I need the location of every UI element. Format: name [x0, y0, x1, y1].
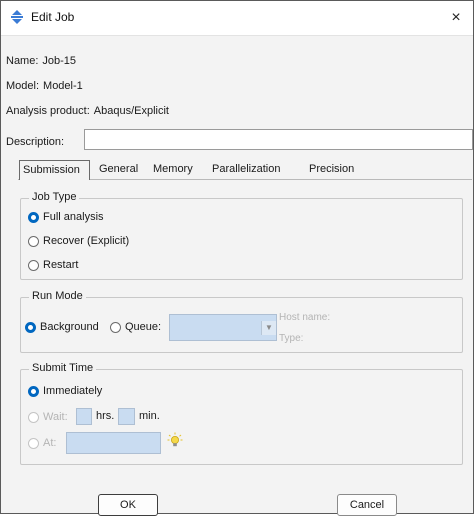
immediately-radio[interactable]: Immediately [28, 385, 102, 397]
radio-unchecked-icon [110, 321, 121, 333]
recover-explicit-label: Recover (Explicit) [43, 235, 130, 247]
chevron-down-icon[interactable]: ▼ [261, 321, 276, 335]
model-value: Model-1 [43, 80, 83, 92]
radio-unchecked-icon [28, 235, 39, 247]
tab-submission[interactable]: Submission [19, 160, 90, 180]
immediately-label: Immediately [43, 385, 103, 397]
queue-label: Queue: [125, 321, 162, 333]
tab-general[interactable]: General [96, 160, 141, 179]
queue-radio[interactable]: Queue: [110, 321, 161, 333]
at-label: At: [43, 437, 57, 449]
recover-explicit-radio[interactable]: Recover (Explicit) [28, 235, 129, 247]
window-title: Edit Job [31, 10, 75, 24]
full-analysis-label: Full analysis [43, 211, 104, 223]
abaqus-job-icon [9, 9, 25, 25]
min-label: min. [139, 410, 160, 422]
radio-disabled-icon [28, 437, 39, 449]
tab-label: Parallelization [212, 163, 281, 175]
description-input[interactable] [84, 129, 473, 150]
tab-parallelization[interactable]: Parallelization [209, 160, 283, 179]
wait-hours-input[interactable] [76, 408, 92, 425]
background-label: Background [40, 321, 99, 333]
ok-button[interactable]: OK [98, 494, 158, 516]
name-label: Name: [6, 55, 39, 67]
wait-label: Wait: [43, 411, 68, 423]
restart-radio[interactable]: Restart [28, 259, 78, 271]
radio-checked-icon [28, 385, 39, 397]
at-time-input[interactable] [66, 432, 161, 454]
tab-label: Precision [309, 163, 355, 175]
submit-time-title: Submit Time [29, 362, 97, 374]
radio-checked-icon [25, 321, 36, 333]
edit-job-dialog: Edit Job × Name: Job-15 Model: Model-1 Ana… [0, 0, 474, 516]
run-mode-title: Run Mode [29, 290, 86, 302]
tab-label: Memory [153, 163, 193, 175]
radio-checked-icon [28, 211, 39, 223]
tab-memory[interactable]: Memory [150, 160, 196, 179]
radio-unchecked-icon [28, 259, 39, 271]
name-value: Job-15 [42, 55, 77, 67]
hrs-label: hrs. [96, 410, 115, 422]
wait-radio[interactable]: Wait: [28, 411, 68, 423]
description-label: Description: [6, 136, 65, 148]
queue-select[interactable]: ▼ [169, 314, 277, 341]
model-label: Model: [6, 80, 40, 92]
model-row: Model: Model-1 [6, 80, 83, 92]
tab-label: Submission [23, 164, 80, 176]
restart-label: Restart [43, 259, 79, 271]
lightbulb-icon[interactable] [167, 432, 183, 448]
full-analysis-radio[interactable]: Full analysis [28, 211, 104, 223]
analysis-product-value: Abaqus/Explicit [93, 105, 169, 117]
radio-disabled-icon [28, 411, 39, 423]
at-radio[interactable]: At: [28, 437, 56, 449]
job-type-title: Job Type [29, 191, 80, 203]
background-radio[interactable]: Background [25, 321, 99, 333]
wait-minutes-input[interactable] [118, 408, 135, 425]
analysis-product-row: Analysis product: Abaqus/Explicit [6, 105, 169, 117]
tab-precision[interactable]: Precision [306, 160, 357, 179]
close-icon[interactable]: × [443, 5, 469, 31]
tab-label: General [99, 163, 139, 175]
host-name-label: Host name: [279, 312, 331, 323]
job-name-row: Name: Job-15 [6, 55, 76, 67]
cancel-button[interactable]: Cancel [337, 494, 397, 516]
analysis-product-label: Analysis product: [6, 105, 90, 117]
type-label: Type: [279, 333, 304, 344]
title-bar: Edit Job × [1, 1, 473, 36]
